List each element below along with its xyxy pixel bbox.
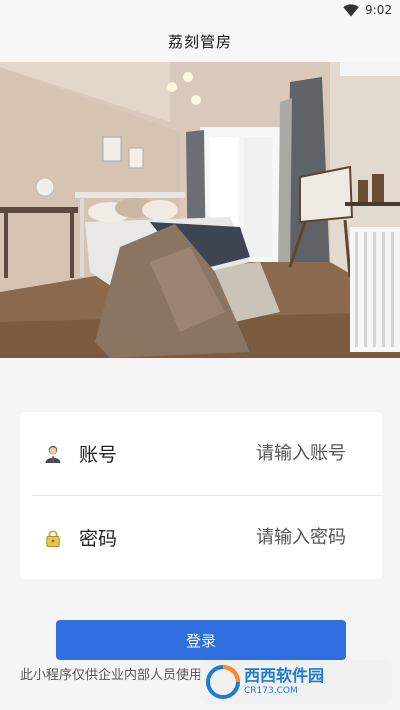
status-icons: 9:02 bbox=[343, 2, 392, 18]
status-time: 9:02 bbox=[365, 3, 392, 17]
password-label: 密码 bbox=[79, 528, 118, 550]
login-button[interactable]: 登录 bbox=[56, 620, 346, 660]
status-bar: 9:02 bbox=[0, 0, 400, 20]
account-input[interactable] bbox=[166, 438, 346, 469]
password-row: 密码 bbox=[20, 496, 382, 579]
watermark: 西西软件园 CR173.COM bbox=[200, 660, 392, 704]
password-input[interactable] bbox=[166, 522, 346, 553]
watermark-logo-icon bbox=[206, 665, 240, 699]
account-label: 账号 bbox=[79, 444, 118, 466]
lock-icon bbox=[44, 527, 62, 549]
wifi-icon bbox=[343, 3, 359, 16]
watermark-name: 软件园 bbox=[276, 666, 325, 685]
bedroom-photo bbox=[0, 62, 400, 358]
login-form: 账号 密码 bbox=[20, 412, 382, 579]
watermark-logo-text: 西西 bbox=[244, 666, 277, 685]
watermark-url: CR173.COM bbox=[244, 686, 298, 696]
account-row: 账号 bbox=[20, 412, 382, 495]
user-icon bbox=[44, 443, 62, 465]
page-title: 荔刻管房 bbox=[167, 32, 232, 51]
header: 荔刻管房 bbox=[0, 20, 400, 62]
